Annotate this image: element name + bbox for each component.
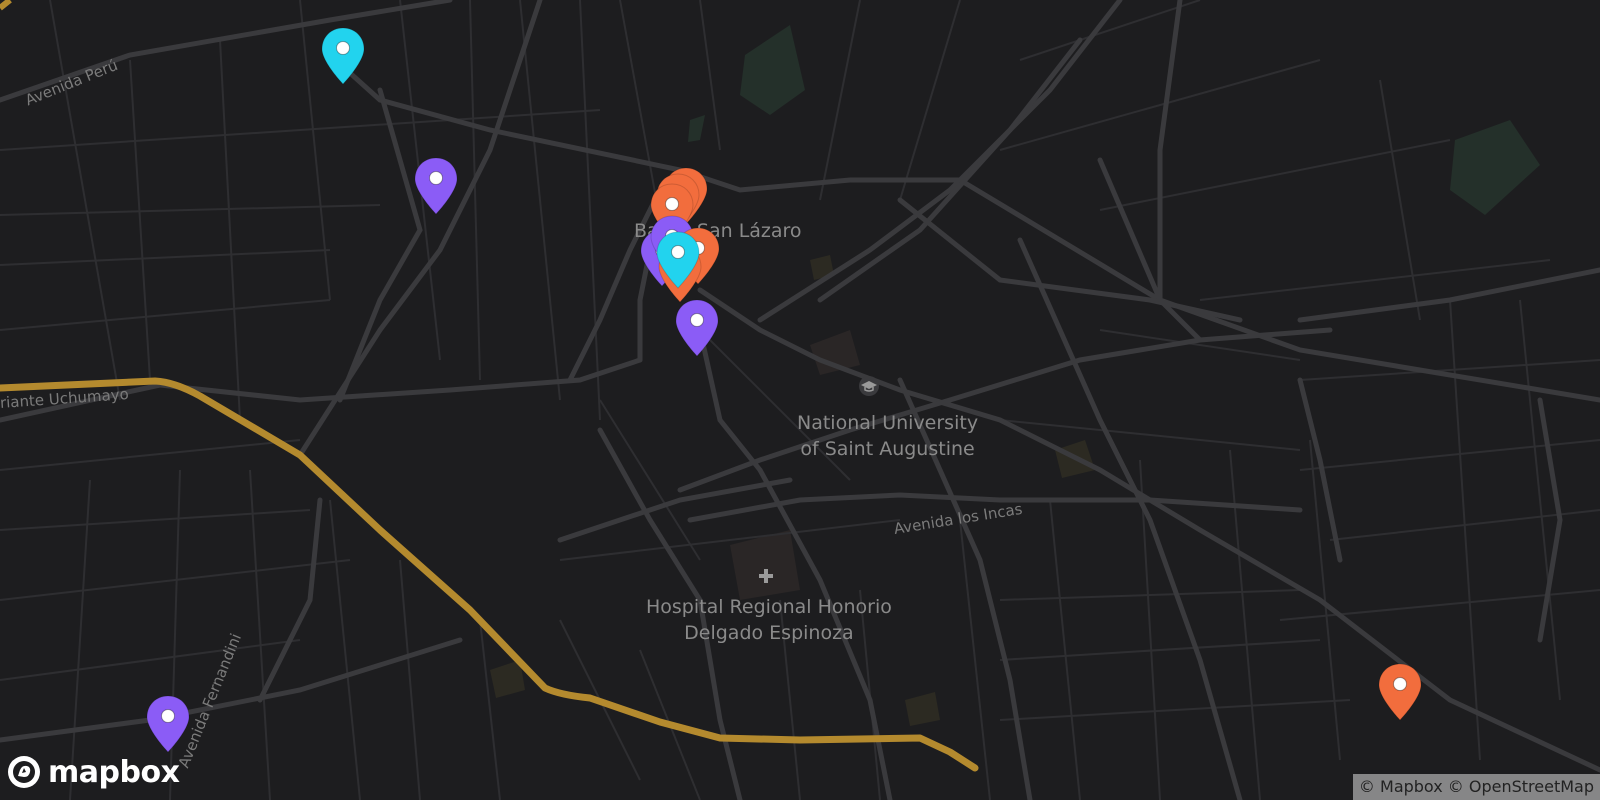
marker-purple-5[interactable] [144,694,192,754]
map-canvas[interactable]: Barrio San Lázaro National University of… [0,0,1600,800]
hospital-label: Hospital Regional Honorio Delgado Espino… [646,594,892,646]
attribution-osm-link[interactable]: © OpenStreetMap [1448,777,1594,796]
map-pin-icon [675,299,719,357]
map-pin-icon [414,157,458,215]
map-pin-icon [656,231,700,289]
map-pin-icon [1378,663,1422,721]
map-pin-icon [146,695,190,753]
marker-cyan-1[interactable] [319,26,367,86]
mapbox-logo[interactable]: mapbox [6,752,180,792]
mapbox-logo-text: mapbox [48,754,180,790]
marker-purple-1[interactable] [412,156,460,216]
marker-orange-6[interactable] [1376,662,1424,722]
attribution: © Mapbox © OpenStreetMap [1352,774,1600,800]
hospital-cross-icon [756,566,776,586]
university-label-line-2: of Saint Augustine [800,438,975,460]
map-base-layer [0,0,1600,800]
university-label: National University of Saint Augustine [797,410,978,462]
map-pin-icon [321,27,365,85]
graduation-cap-icon [858,376,880,396]
university-label-line-1: National University [797,412,979,434]
marker-cyan-2[interactable] [654,230,702,290]
hospital-label-line-2: Delgado Espinoza [684,622,854,644]
marker-purple-4[interactable] [673,298,721,358]
hospital-label-line-1: Hospital Regional Honorio [646,596,892,618]
attribution-mapbox-link[interactable]: © Mapbox [1359,777,1443,796]
mapbox-logo-icon [8,756,40,788]
